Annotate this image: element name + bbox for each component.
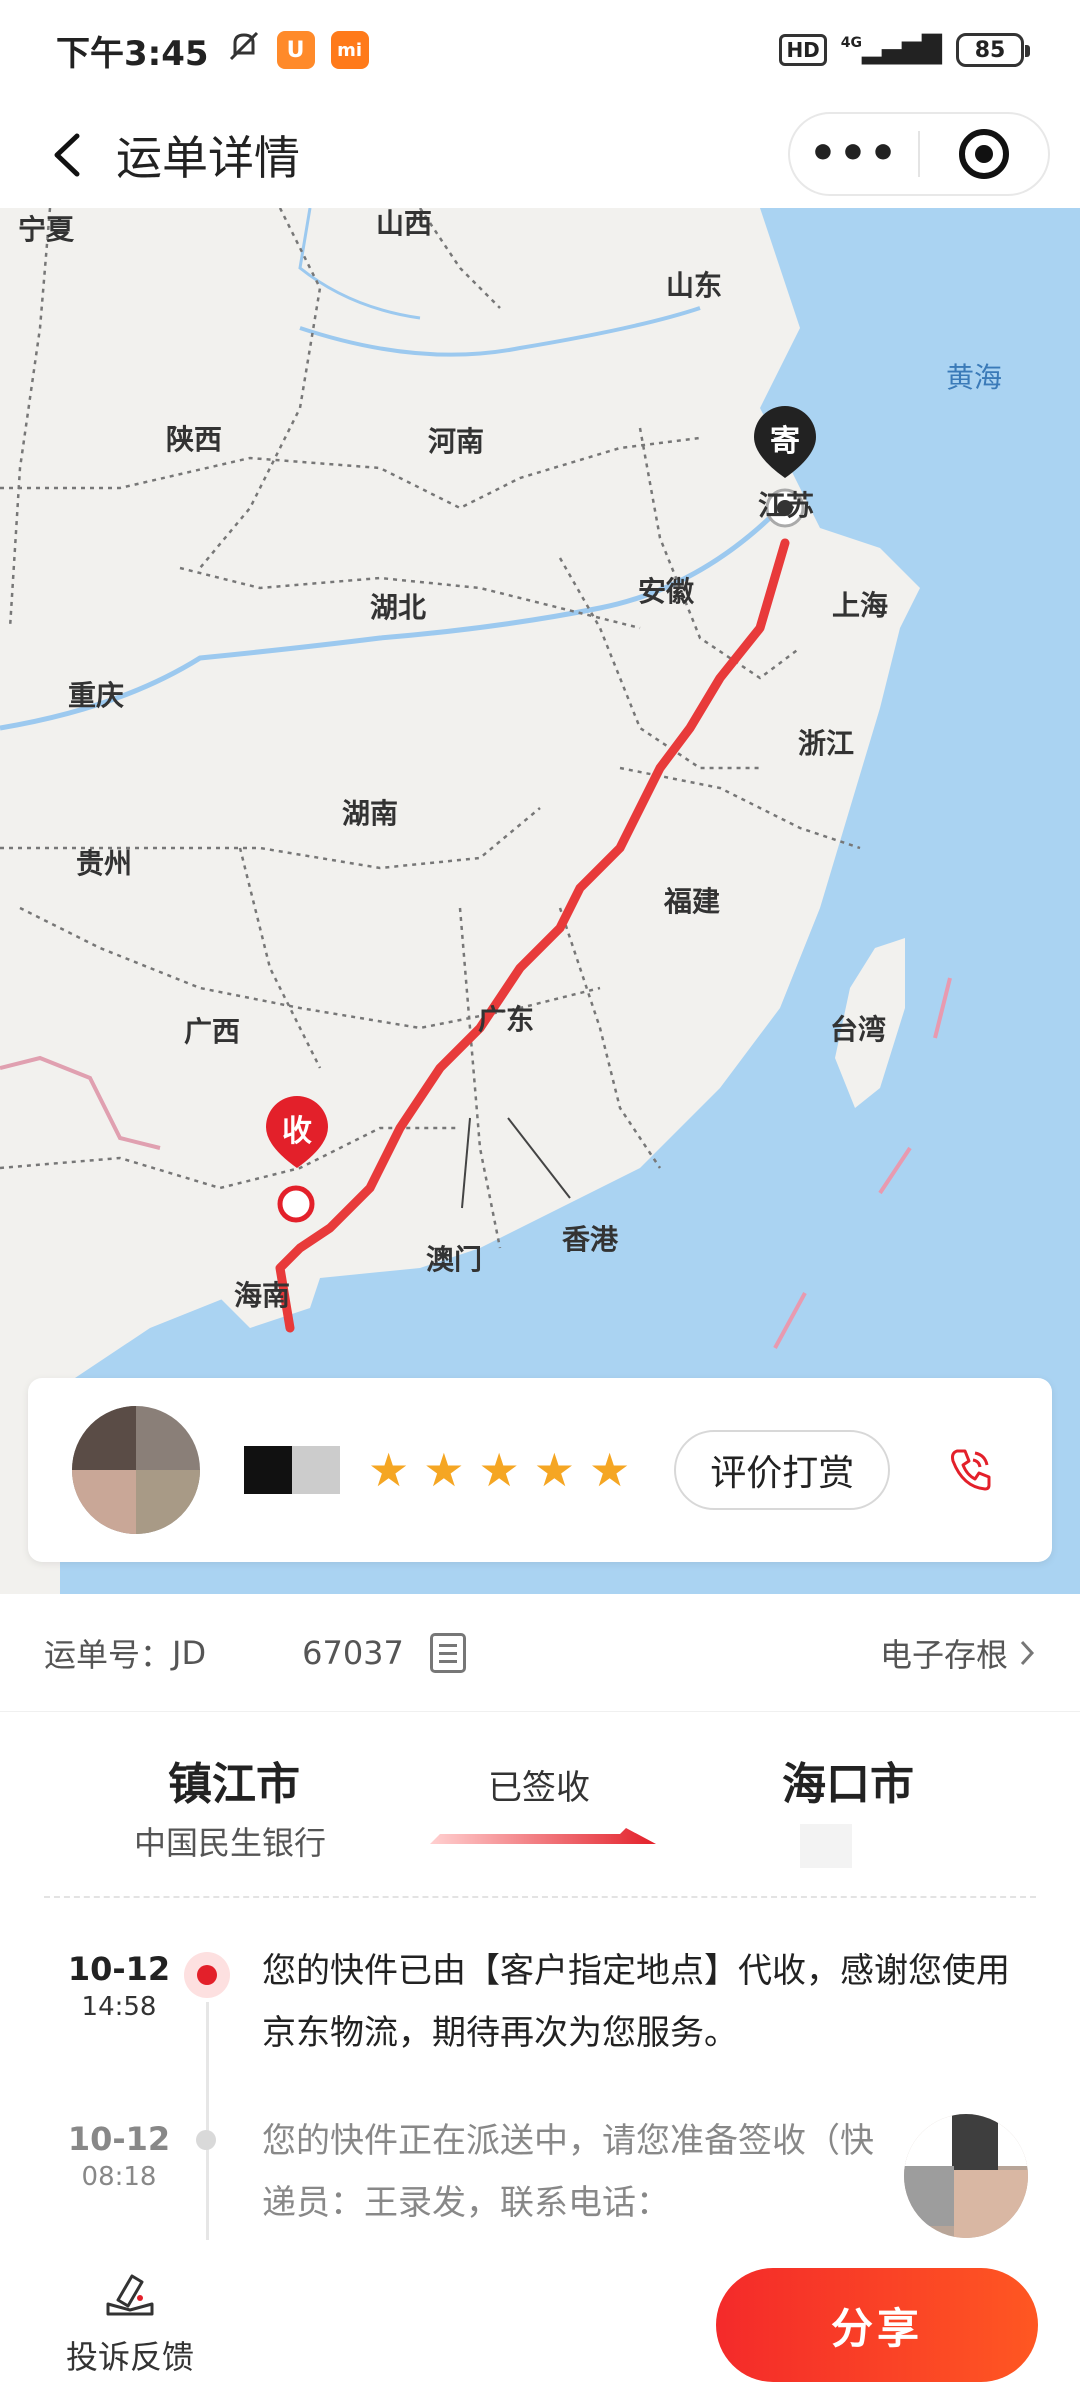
timeline-dot: [196, 2130, 216, 2150]
status-time: 下午3:45: [56, 33, 209, 74]
timeline-dot-current: [184, 1952, 230, 1998]
timeline-line: [206, 2002, 209, 2242]
delivery-status: 已签收: [488, 1768, 590, 1808]
star-icon[interactable]: ★: [368, 1447, 409, 1493]
courier-name-redacted: [244, 1446, 340, 1494]
miniprogram-capsule: •••: [788, 112, 1050, 196]
star-icon[interactable]: ★: [589, 1447, 630, 1493]
receiver-pin-label: 收: [282, 1114, 312, 1149]
courier-avatar: [72, 1406, 200, 1534]
map-label: 重庆: [68, 679, 125, 712]
waybill-number-suffix: 67037: [302, 1633, 404, 1672]
battery-icon: 85: [956, 33, 1030, 67]
courier-rating-card: ★ ★ ★ ★ ★ 评价打赏: [28, 1378, 1052, 1562]
star-icon[interactable]: ★: [423, 1447, 464, 1493]
origin-sub: 中国民生银行: [134, 1824, 327, 1862]
receiver-pin-icon: 收: [264, 1094, 330, 1170]
star-icon[interactable]: ★: [534, 1447, 575, 1493]
rating-stars[interactable]: ★ ★ ★ ★ ★: [368, 1447, 630, 1493]
event-time: 14:58: [81, 1992, 157, 2022]
map-label: 贵州: [76, 847, 133, 880]
copy-icon[interactable]: [429, 1632, 466, 1673]
rate-tip-button[interactable]: 评价打赏: [674, 1430, 891, 1510]
back-button[interactable]: [32, 120, 102, 190]
map-label: 山东: [666, 269, 723, 302]
map-label: 山西: [376, 208, 433, 240]
waybill-row: 运单号： JD 67037 电子存根: [0, 1594, 1080, 1712]
map-label: 香港: [562, 1223, 619, 1256]
map-label: 广东: [478, 1003, 535, 1036]
event-date: 10-12: [67, 2120, 171, 2158]
destination-sub-redacted: [800, 1824, 852, 1868]
close-miniprogram-button[interactable]: [920, 129, 1048, 179]
bottom-bar: 投诉反馈 分享: [0, 2240, 1080, 2400]
mute-icon: [227, 29, 261, 71]
map-label: 福建: [664, 885, 721, 918]
divider: [44, 1896, 1036, 1898]
mi-notification-icon: mi: [330, 31, 369, 69]
map-label: 陕西: [166, 423, 223, 456]
e-receipt-link[interactable]: 电子存根: [880, 1630, 1036, 1676]
map-label: 宁夏: [18, 213, 75, 246]
map-label: 安徽: [638, 575, 695, 608]
map-label: 上海: [832, 589, 889, 622]
event-text: 您的快件正在派送中，请您准备签收（快递员：王录发，联系电话：: [262, 2121, 874, 2223]
waybill-number-prefix: JD: [172, 1633, 207, 1672]
sender-pin-label: 寄: [770, 424, 800, 459]
event-time: 08:18: [81, 2162, 157, 2192]
complaint-button[interactable]: 投诉反馈: [60, 2270, 200, 2378]
star-icon[interactable]: ★: [479, 1447, 520, 1493]
chevron-right-icon: [1020, 1640, 1035, 1665]
map-label: 浙江: [798, 727, 855, 760]
hd-icon: HD: [779, 34, 827, 66]
phone-icon[interactable]: [940, 1440, 1000, 1500]
map-label: 湖南: [342, 797, 399, 830]
e-receipt-label: 电子存根: [879, 1635, 1008, 1674]
map-sea-label: 黄海: [946, 361, 1003, 394]
share-button[interactable]: 分享: [716, 2268, 1038, 2382]
map-label: 湖北: [370, 591, 427, 624]
app-notification-icon: U: [276, 31, 315, 69]
event-text: 您的快件已由【客户指定地点】代收，感谢您使用京东物流，期待再次为您服务。: [262, 1951, 1010, 2053]
sender-pin-icon: 寄: [752, 404, 818, 480]
route-summary: 镇江市 中国民生银行 已签收 海口市: [0, 1712, 1080, 1898]
map-label: 台湾: [830, 1013, 887, 1046]
courier-avatar-small: [904, 2114, 1028, 2238]
progress-arrow: [430, 1828, 656, 1844]
map-label: 河南: [428, 425, 485, 458]
signal-icon: 4G▂▄▆█: [840, 35, 942, 65]
feedback-icon: [106, 2274, 154, 2316]
map-label: 江苏: [758, 489, 815, 522]
more-button[interactable]: •••: [790, 132, 918, 176]
origin-city: 镇江市: [168, 1759, 300, 1810]
event-date: 10-12: [67, 1950, 171, 1988]
chevron-left-icon: [54, 133, 80, 177]
map-label: 广西: [184, 1015, 241, 1048]
record-icon: [959, 129, 1009, 179]
waybill-label: 运单号：: [44, 1635, 173, 1674]
title-bar: 运单详情 •••: [0, 100, 1080, 210]
map-label: 澳门: [426, 1243, 483, 1276]
destination-city: 海口市: [782, 1759, 914, 1810]
page-title: 运单详情: [116, 131, 300, 185]
complaint-label: 投诉反馈: [65, 2338, 194, 2376]
map-label: 海南: [234, 1279, 291, 1312]
status-bar: 下午3:45 U mi HD 4G▂▄▆█ 85: [0, 0, 1080, 100]
